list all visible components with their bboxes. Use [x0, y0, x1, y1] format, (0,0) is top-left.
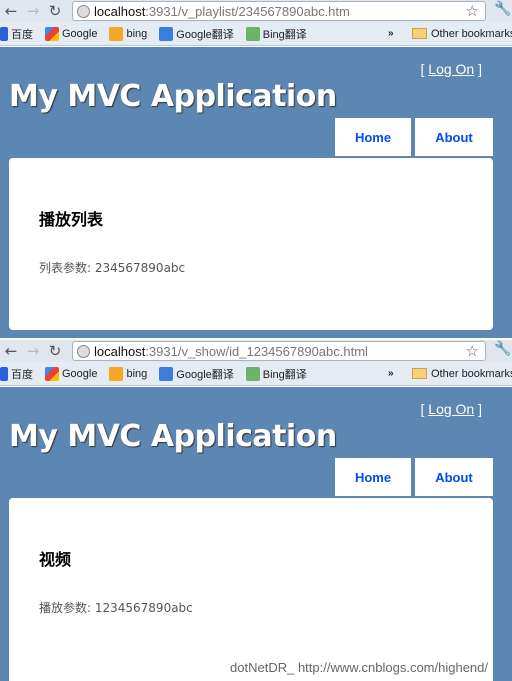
bookmark-label: bing [126, 367, 148, 380]
bookmark-label: Google翻译 [176, 368, 234, 381]
url-path: :3931/v_show/id_1234567890abc.html [145, 343, 368, 359]
bookmark-label: bing [126, 27, 148, 40]
bookmark-label: Bing翻译 [262, 28, 307, 41]
logon-link[interactable]: Log On [428, 401, 474, 417]
bookmarks-overflow-icon[interactable]: » [388, 28, 394, 39]
main-content: 播放列表 列表参数: 234567890abc [9, 158, 493, 330]
bookmark-baidu[interactable]: 百度 [0, 366, 33, 382]
globe-icon [77, 4, 90, 18]
page-heading: 视频 [39, 550, 72, 569]
forward-icon[interactable]: → [22, 2, 44, 20]
address-bar[interactable]: localhost:3931/v_show/id_1234567890abc.h… [72, 341, 486, 361]
folder-icon [412, 368, 427, 379]
bookmark-label: 百度 [11, 28, 33, 41]
page-heading: 播放列表 [39, 210, 104, 229]
watermark: dotNetDR_ http://www.cnblogs.com/highend… [230, 660, 488, 675]
translate-icon [159, 366, 174, 381]
bookmarks-overflow-icon[interactable]: » [388, 368, 394, 379]
forward-icon[interactable]: → [22, 342, 44, 360]
bing-icon [109, 26, 124, 41]
browser-toolbar: ← → ↻ localhost:3931/v_show/id_123456789… [0, 340, 512, 362]
reload-icon[interactable]: ↻ [44, 342, 66, 360]
bookmark-label: Google [62, 367, 98, 380]
browser-toolbar: ← → ↻ localhost:3931/v_playlist/23456789… [0, 0, 512, 22]
bookmark-google[interactable]: Google [45, 26, 98, 41]
logon-display: [ Log On ] [420, 401, 483, 417]
tab-about[interactable]: About [415, 458, 493, 496]
address-bar[interactable]: localhost:3931/v_playlist/234567890abc.h… [72, 1, 486, 21]
bookmark-bing-translate[interactable]: Bing翻译 [245, 366, 307, 382]
bookmark-baidu[interactable]: 百度 [0, 26, 33, 42]
site-title: My MVC Application [9, 419, 337, 454]
bookmark-label: Bing翻译 [262, 368, 307, 381]
site-title: My MVC Application [9, 79, 337, 114]
logon-display: [ Log On ] [420, 61, 483, 77]
tab-about[interactable]: About [415, 118, 493, 156]
back-icon[interactable]: ← [0, 342, 22, 360]
tab-home[interactable]: Home [335, 118, 411, 156]
tab-home[interactable]: Home [335, 458, 411, 496]
translate-icon [159, 26, 174, 41]
other-bookmarks[interactable]: Other bookmarks [412, 368, 512, 380]
bookmark-bing[interactable]: bing [109, 366, 148, 381]
url-host: localhost [94, 343, 146, 359]
browser-screenshot-playlist: ← → ↻ localhost:3931/v_playlist/23456789… [0, 0, 512, 338]
bookmark-bing[interactable]: bing [109, 26, 148, 41]
logon-link[interactable]: Log On [428, 61, 474, 77]
bing-translate-icon [245, 366, 260, 381]
folder-icon [412, 28, 427, 39]
bookmarks-bar: 百度 Google bing Google翻译 Bing翻译 » Other b… [0, 362, 512, 386]
other-bookmarks[interactable]: Other bookmarks [412, 28, 512, 40]
star-icon[interactable]: ☆ [466, 2, 479, 20]
star-icon[interactable]: ☆ [466, 342, 479, 360]
reload-icon[interactable]: ↻ [44, 2, 66, 20]
globe-icon [77, 344, 90, 358]
bookmark-label: Google翻译 [176, 28, 234, 41]
wrench-icon[interactable]: 🔧 [494, 341, 511, 357]
bing-translate-icon [245, 26, 260, 41]
google-icon [45, 366, 59, 381]
other-bookmarks-label: Other bookmarks [431, 367, 512, 380]
bookmark-google-translate[interactable]: Google翻译 [159, 26, 234, 42]
url-path: :3931/v_playlist/234567890abc.htm [145, 3, 350, 19]
browser-screenshot-show: ← → ↻ localhost:3931/v_show/id_123456789… [0, 340, 512, 681]
back-icon[interactable]: ← [0, 2, 22, 20]
page-body: [ Log On ] My MVC Application Home About… [0, 387, 512, 681]
wrench-icon[interactable]: 🔧 [494, 1, 511, 17]
main-content: 视频 播放参数: 1234567890abc [9, 498, 493, 681]
bookmark-google[interactable]: Google [45, 366, 98, 381]
bookmarks-bar: 百度 Google bing Google翻译 Bing翻译 » Other b… [0, 22, 512, 46]
page-body: [ Log On ] My MVC Application Home About… [0, 47, 512, 338]
bookmark-label: 百度 [11, 368, 33, 381]
google-icon [45, 26, 59, 41]
parameter-text: 列表参数: 234567890abc [39, 261, 186, 275]
parameter-text: 播放参数: 1234567890abc [39, 601, 193, 615]
url-host: localhost [94, 3, 146, 19]
bookmark-bing-translate[interactable]: Bing翻译 [245, 26, 307, 42]
bing-icon [109, 366, 124, 381]
other-bookmarks-label: Other bookmarks [431, 27, 512, 40]
bookmark-label: Google [62, 27, 98, 40]
bookmark-google-translate[interactable]: Google翻译 [159, 366, 234, 382]
baidu-icon [0, 26, 8, 41]
baidu-icon [0, 366, 8, 381]
